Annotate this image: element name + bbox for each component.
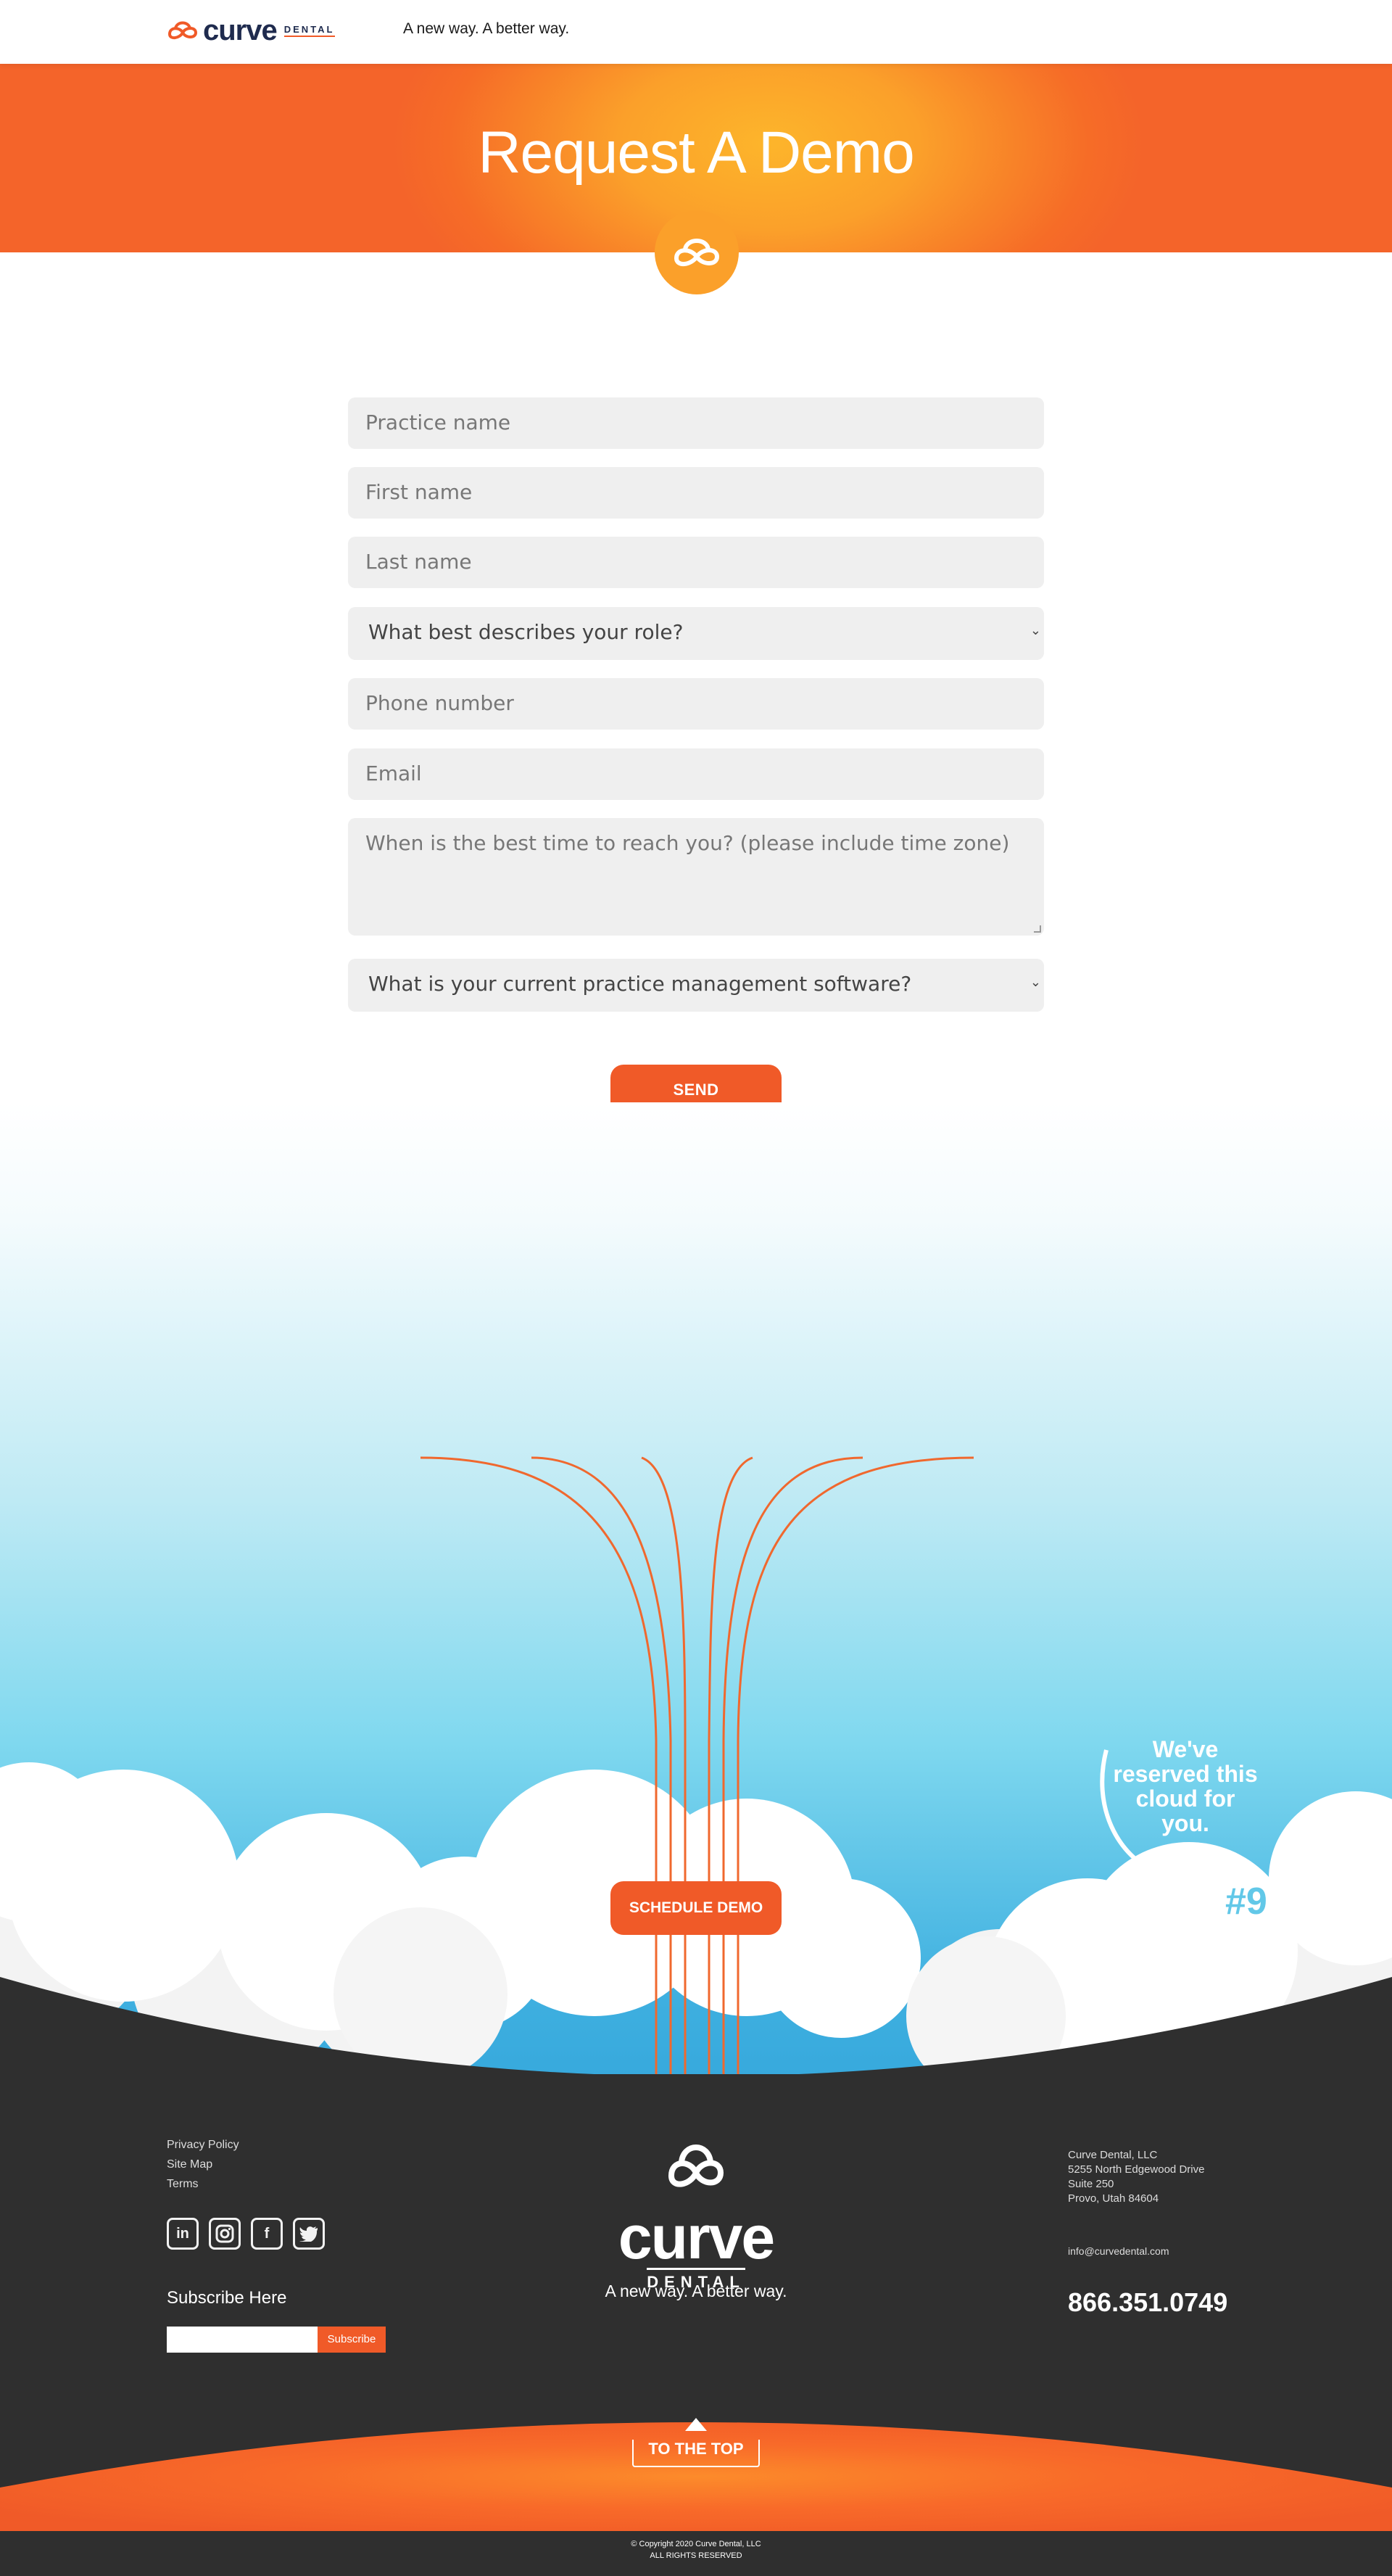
best-time-placeholder: When is the best time to reach you? (ple… bbox=[365, 831, 1010, 855]
cloud-infinity-icon bbox=[674, 239, 720, 266]
footer-address: Curve Dental, LLC 5255 North Edgewood Dr… bbox=[1068, 2148, 1204, 2206]
cloud-note: We've reserved this cloud for you. bbox=[1113, 1736, 1258, 1836]
page-title: Request A Demo bbox=[478, 120, 914, 186]
top-navbar: curve DENTAL A new way. A better way. bbox=[0, 0, 1392, 64]
first-name-input[interactable]: First name bbox=[348, 467, 1044, 519]
software-select-value: What is your current practice management… bbox=[368, 972, 912, 996]
footer-links: Privacy Policy Site Map Terms bbox=[167, 2135, 239, 2194]
software-select[interactable]: What is your current practice management… bbox=[348, 959, 1044, 1012]
footer-email-link[interactable]: info@curvedental.com bbox=[1068, 2245, 1169, 2257]
cloud-infinity-icon bbox=[167, 21, 198, 39]
role-select-value: What best describes your role? bbox=[368, 620, 684, 644]
to-the-top-button[interactable]: TO THE TOP bbox=[632, 2418, 760, 2482]
chevron-down-icon: ⌄ bbox=[1030, 623, 1041, 638]
hero-badge bbox=[655, 210, 739, 294]
best-time-textarea[interactable]: When is the best time to reach you? (ple… bbox=[348, 818, 1044, 936]
header-tagline: A new way. A better way. bbox=[403, 20, 570, 37]
footer-phone[interactable]: 866.351.0749 bbox=[1068, 2287, 1227, 2318]
logo-word: curve bbox=[203, 15, 278, 46]
address-line: Provo, Utah 84604 bbox=[1068, 2192, 1159, 2205]
arrow-up-icon bbox=[685, 2418, 707, 2431]
social-links: in f bbox=[167, 2218, 325, 2250]
resize-handle-icon[interactable] bbox=[1034, 925, 1041, 933]
email-input[interactable]: Email bbox=[348, 748, 1044, 800]
role-select[interactable]: What best describes your role? ⌄ bbox=[348, 607, 1044, 660]
linkedin-icon[interactable]: in bbox=[167, 2218, 199, 2250]
footer-logo-word: curve bbox=[618, 2203, 775, 2271]
curve-dental-logo[interactable]: curve DENTAL bbox=[165, 15, 335, 46]
logo-dental: DENTAL bbox=[283, 24, 335, 37]
schedule-demo-button[interactable]: SCHEDULE DEMO bbox=[610, 1881, 782, 1935]
cloud-number: #9 bbox=[1225, 1881, 1267, 1923]
site-map-link[interactable]: Site Map bbox=[167, 2155, 239, 2174]
copyright: © Copyright 2020 Curve Dental, LLC ALL R… bbox=[0, 2538, 1392, 2561]
footer-logo[interactable]: curve DENTAL bbox=[609, 2131, 783, 2292]
twitter-icon[interactable] bbox=[293, 2218, 325, 2250]
last-name-input[interactable]: Last name bbox=[348, 537, 1044, 588]
practice-name-input[interactable]: Practice name bbox=[348, 397, 1044, 449]
sky-illustration bbox=[0, 1102, 1392, 2089]
subscribe-email-input[interactable] bbox=[167, 2327, 318, 2353]
facebook-icon[interactable]: f bbox=[251, 2218, 283, 2250]
address-line: Suite 250 bbox=[1068, 2178, 1114, 2190]
subscribe-button[interactable]: Subscribe bbox=[318, 2327, 386, 2353]
phone-input[interactable]: Phone number bbox=[348, 678, 1044, 730]
cloud-infinity-icon bbox=[668, 2144, 724, 2187]
copyright-line: ALL RIGHTS RESERVED bbox=[650, 2551, 742, 2560]
copyright-line: © Copyright 2020 Curve Dental, LLC bbox=[631, 2540, 761, 2548]
chevron-down-icon: ⌄ bbox=[1030, 975, 1041, 990]
address-line: Curve Dental, LLC bbox=[1068, 2149, 1158, 2161]
instagram-icon[interactable] bbox=[209, 2218, 241, 2250]
to-the-top-label: TO THE TOP bbox=[632, 2440, 760, 2467]
privacy-policy-link[interactable]: Privacy Policy bbox=[167, 2135, 239, 2155]
terms-link[interactable]: Terms bbox=[167, 2174, 239, 2194]
address-line: 5255 North Edgewood Drive bbox=[1068, 2163, 1205, 2176]
